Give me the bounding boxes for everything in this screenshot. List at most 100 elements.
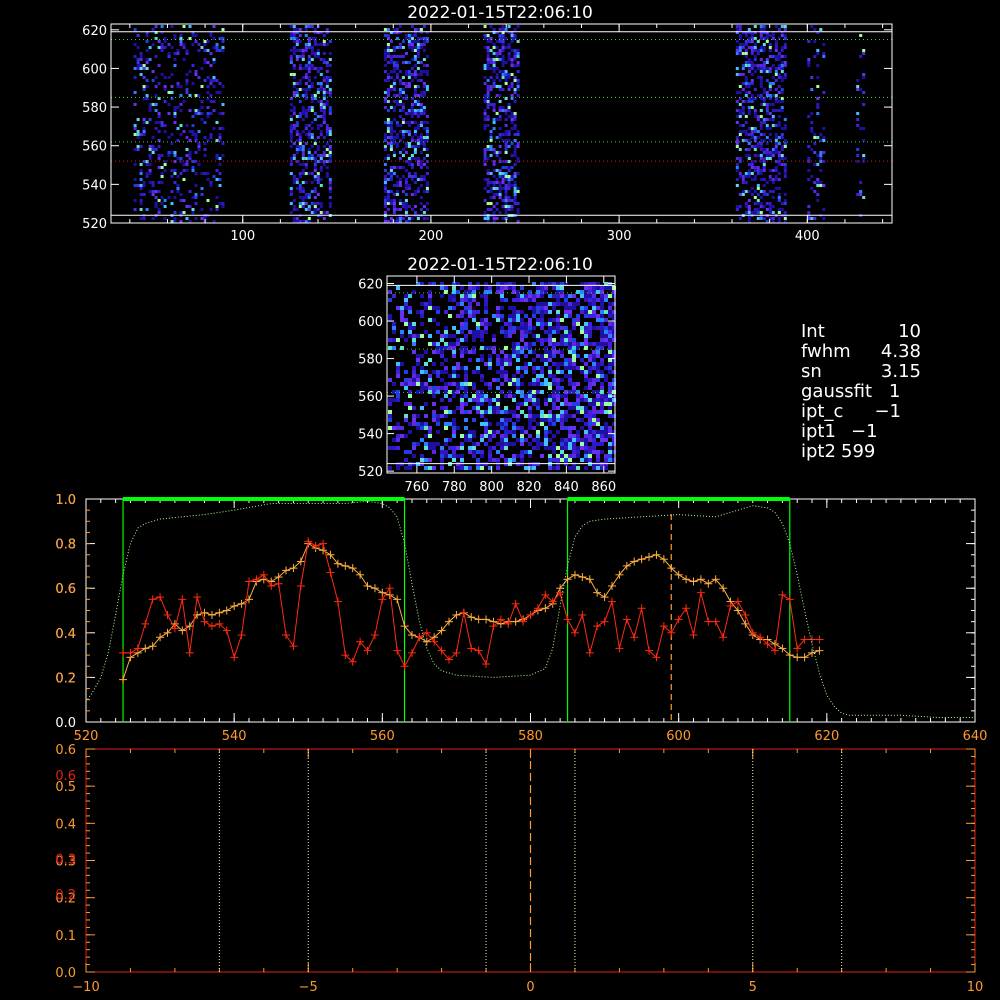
pixel xyxy=(516,402,520,406)
pixel xyxy=(298,172,302,175)
pixel xyxy=(496,458,500,462)
pixel xyxy=(762,193,766,196)
pixel xyxy=(768,46,772,49)
pixel xyxy=(592,306,596,310)
pixel xyxy=(568,438,572,442)
pixel xyxy=(576,366,580,370)
pixel xyxy=(392,382,396,386)
pixel xyxy=(460,442,464,446)
pixel xyxy=(608,450,612,454)
pixel xyxy=(404,414,408,418)
fit-label: ipt2 xyxy=(801,441,836,462)
pixel xyxy=(307,172,311,175)
pixel xyxy=(422,211,426,214)
pixel xyxy=(504,196,508,199)
pixel xyxy=(765,103,769,106)
pixel xyxy=(556,326,560,330)
pixel xyxy=(504,370,508,374)
pixel xyxy=(410,217,414,220)
pixel xyxy=(604,310,608,314)
pixel xyxy=(292,124,296,127)
pixel xyxy=(512,382,516,386)
pixel xyxy=(464,322,468,326)
pixel xyxy=(816,154,820,157)
pixel xyxy=(148,148,152,151)
pixel xyxy=(185,217,189,220)
pixel xyxy=(401,166,405,169)
pixel xyxy=(504,426,508,430)
pixel xyxy=(512,290,516,294)
series-point-red xyxy=(178,595,187,604)
pixel xyxy=(215,157,219,160)
pixel xyxy=(322,217,326,220)
pixel xyxy=(404,318,408,322)
pixel xyxy=(762,64,766,67)
pixel xyxy=(319,124,323,127)
pixel xyxy=(774,142,778,145)
series-point-red xyxy=(200,617,209,626)
pixel xyxy=(392,61,396,64)
pixel xyxy=(762,190,766,193)
fit-label: ipt_c xyxy=(801,401,844,422)
pixel xyxy=(476,302,480,306)
pixel xyxy=(432,402,436,406)
pixel xyxy=(762,118,766,121)
pixel xyxy=(507,178,511,181)
pixel xyxy=(460,298,464,302)
pixel xyxy=(386,157,390,160)
pixel xyxy=(768,178,772,181)
pixel xyxy=(145,94,149,97)
pixel xyxy=(395,175,399,178)
pixel xyxy=(604,330,608,334)
pixel xyxy=(604,342,608,346)
pixel xyxy=(419,142,423,145)
pixel xyxy=(383,181,387,184)
pixel xyxy=(295,121,299,124)
pixel xyxy=(564,294,568,298)
pixel xyxy=(580,398,584,402)
pixel xyxy=(388,402,392,406)
pixel xyxy=(744,181,748,184)
pixel xyxy=(436,430,440,434)
pixel xyxy=(822,217,826,220)
pixel xyxy=(504,205,508,208)
pixel xyxy=(151,43,155,46)
pixel xyxy=(185,91,189,94)
pixel xyxy=(524,450,528,454)
pixel xyxy=(416,49,420,52)
pixel xyxy=(480,438,484,442)
pixel xyxy=(307,79,311,82)
pixel xyxy=(520,286,524,290)
pixel xyxy=(492,151,496,154)
pixel xyxy=(735,67,739,70)
pixel xyxy=(536,302,540,306)
pixel xyxy=(472,370,476,374)
pixel xyxy=(744,100,748,103)
pixel xyxy=(859,34,863,37)
pixel xyxy=(448,342,452,346)
pixel xyxy=(777,73,781,76)
pixel xyxy=(325,91,329,94)
pixel xyxy=(584,450,588,454)
pixel xyxy=(206,112,210,115)
pixel xyxy=(383,145,387,148)
pixel xyxy=(552,406,556,410)
pixel xyxy=(301,118,305,121)
pixel xyxy=(398,217,402,220)
pixel xyxy=(584,458,588,462)
pixel xyxy=(218,127,222,130)
pixel xyxy=(807,58,811,61)
pixel xyxy=(319,157,323,160)
series-point-red xyxy=(393,646,402,655)
pixel xyxy=(176,175,180,178)
pixel xyxy=(504,358,508,362)
pixel xyxy=(765,124,769,127)
pixel xyxy=(600,358,604,362)
pixel xyxy=(386,52,390,55)
pixel xyxy=(486,79,490,82)
pixel xyxy=(568,362,572,366)
pixel xyxy=(492,28,496,31)
pixel xyxy=(400,310,404,314)
pixel xyxy=(859,55,863,58)
pixel xyxy=(753,178,757,181)
